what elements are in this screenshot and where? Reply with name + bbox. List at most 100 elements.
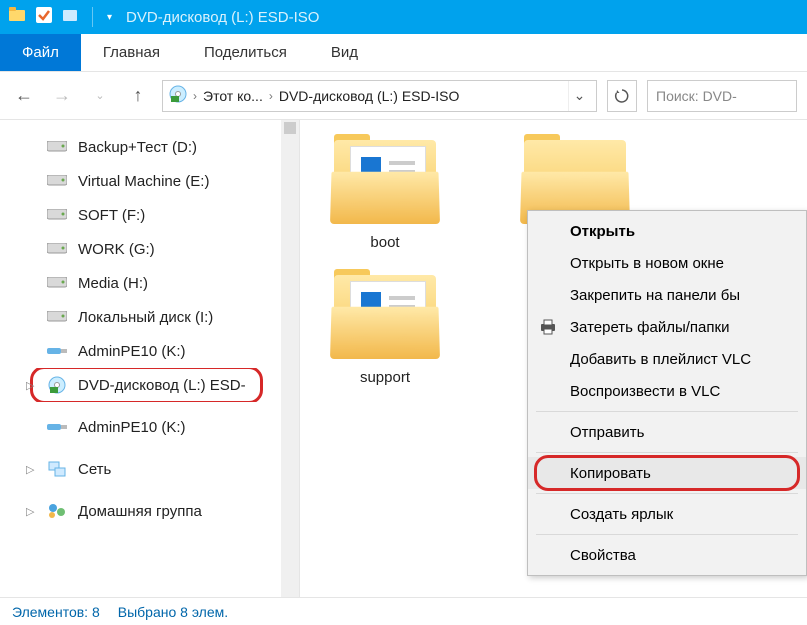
nav-back-button[interactable]: ← — [10, 82, 38, 110]
sidebar-item-label: Backup+Тест (D:) — [78, 139, 197, 156]
group-icon — [46, 503, 68, 519]
context-menu-item-label: Копировать — [570, 465, 651, 482]
sidebar-item[interactable]: SOFT (F:) — [0, 198, 299, 232]
context-menu-item-label: Затереть файлы/папки — [570, 319, 729, 336]
breadcrumb[interactable]: › Этот ко... › DVD-дисковод (L:) ESD-ISO… — [162, 80, 597, 112]
context-menu-item[interactable]: Отправить — [528, 416, 806, 448]
statusbar: Элементов: 8 Выбрано 8 элем. — [0, 597, 807, 625]
expander-icon[interactable]: ▷ — [26, 463, 34, 476]
qat-checkbox-icon[interactable] — [36, 7, 52, 27]
breadcrumb-current[interactable]: DVD-дисковод (L:) ESD-ISO — [279, 88, 460, 104]
breadcrumb-dropdown[interactable]: ⌄ — [568, 81, 590, 111]
status-item-count: Элементов: 8 — [12, 604, 100, 620]
tab-view[interactable]: Вид — [309, 34, 380, 71]
sidebar-item-label: Локальный диск (I:) — [78, 309, 213, 326]
sidebar-item[interactable]: ▷ Сеть — [0, 452, 299, 486]
context-menu-item[interactable]: Свойства — [528, 539, 806, 571]
window-title: DVD-дисковод (L:) ESD-ISO — [126, 9, 319, 26]
nav-row: ← → ⌄ ↑ › Этот ко... › DVD-дисковод (L:)… — [0, 72, 807, 120]
sidebar-item-label: Media (H:) — [78, 275, 148, 292]
ribbon-tabs: Файл Главная Поделиться Вид — [0, 34, 807, 72]
context-menu-separator — [536, 493, 798, 494]
printer-icon — [538, 317, 558, 337]
tab-home[interactable]: Главная — [81, 34, 182, 71]
sidebar-item-label: DVD-дисковод (L:) ESD- — [78, 377, 246, 394]
context-menu-item-label: Создать ярлык — [570, 506, 673, 523]
quick-access-toolbar: ▾ — [8, 6, 112, 28]
nav-forward-button[interactable]: → — [48, 82, 76, 110]
body: Backup+Тест (D:) Virtual Machine (E:) SOFT… — [0, 120, 807, 597]
sidebar-item[interactable]: Virtual Machine (E:) — [0, 164, 299, 198]
folder-item[interactable]: support — [320, 269, 450, 386]
folder-item[interactable]: boot — [320, 134, 450, 251]
sidebar-item-label: Домашняя группа — [78, 503, 202, 520]
sidebar-item-label: Сеть — [78, 461, 111, 478]
disc-icon — [46, 377, 68, 393]
drive-icon — [46, 173, 68, 189]
expander-icon[interactable]: ▷ — [26, 379, 34, 392]
context-menu-item-label: Добавить в плейлист VLC — [570, 351, 751, 368]
tab-file[interactable]: Файл — [0, 34, 81, 71]
folder-icon — [330, 269, 440, 359]
qat-folder-icon[interactable] — [62, 7, 78, 27]
context-menu-item[interactable]: Создать ярлык — [528, 498, 806, 530]
context-menu-item-label: Свойства — [570, 547, 636, 564]
net-icon — [46, 461, 68, 477]
folder-label: boot — [370, 234, 399, 251]
sidebar-scrollbar[interactable] — [281, 120, 299, 597]
sidebar-item-label: Virtual Machine (E:) — [78, 173, 209, 190]
qat-dropdown-icon[interactable]: ▾ — [107, 12, 112, 23]
sidebar-item-label: AdminPE10 (K:) — [78, 419, 186, 436]
context-menu-item[interactable]: Затереть файлы/папки — [528, 311, 806, 343]
expander-icon[interactable]: ▷ — [26, 505, 34, 518]
context-menu-item[interactable]: Копировать — [528, 457, 806, 489]
breadcrumb-sep-icon: › — [193, 89, 197, 103]
qat-divider — [92, 7, 93, 27]
context-menu-item[interactable]: Открыть в новом окне — [528, 247, 806, 279]
sidebar-item[interactable]: Backup+Тест (D:) — [0, 130, 299, 164]
drive-icon — [46, 139, 68, 155]
nav-up-button[interactable]: ↑ — [124, 82, 152, 110]
sidebar-item-label: WORK (G:) — [78, 241, 155, 258]
content-pane[interactable]: boot support Открыть Открыть в новом окне З… — [300, 120, 807, 597]
sidebar-item-label: SOFT (F:) — [78, 207, 145, 224]
drive-icon — [46, 275, 68, 291]
breadcrumb-sep-icon: › — [269, 89, 273, 103]
nav-recent-dropdown[interactable]: ⌄ — [86, 82, 114, 110]
context-menu-item-label: Закрепить на панели бы — [570, 287, 740, 304]
usb-icon — [46, 343, 68, 359]
context-menu-item[interactable]: Воспроизвести в VLC — [528, 375, 806, 407]
context-menu-item[interactable]: Открыть — [528, 215, 806, 247]
context-menu-item-label: Воспроизвести в VLC — [570, 383, 720, 400]
search-placeholder: Поиск: DVD- — [656, 88, 737, 104]
titlebar: ▾ DVD-дисковод (L:) ESD-ISO — [0, 0, 807, 34]
breadcrumb-disc-icon — [169, 85, 187, 106]
drive-icon — [46, 241, 68, 257]
tab-share[interactable]: Поделиться — [182, 34, 309, 71]
sidebar-item[interactable]: AdminPE10 (K:) — [0, 334, 299, 368]
breadcrumb-root[interactable]: Этот ко... — [203, 88, 263, 104]
search-input[interactable]: Поиск: DVD- — [647, 80, 797, 112]
folder-label: support — [360, 369, 410, 386]
folder-icon — [330, 134, 440, 224]
sidebar-item[interactable]: AdminPE10 (K:) — [0, 410, 299, 444]
sidebar-item[interactable]: Media (H:) — [0, 266, 299, 300]
refresh-button[interactable] — [607, 80, 637, 112]
context-menu-item-label: Открыть в новом окне — [570, 255, 724, 272]
sidebar-item[interactable]: WORK (G:) — [0, 232, 299, 266]
sidebar-item[interactable]: Локальный диск (I:) — [0, 300, 299, 334]
context-menu-separator — [536, 452, 798, 453]
sidebar: Backup+Тест (D:) Virtual Machine (E:) SOFT… — [0, 120, 300, 597]
usb-icon — [46, 419, 68, 435]
sidebar-item-label: AdminPE10 (K:) — [78, 343, 186, 360]
drive-icon — [46, 309, 68, 325]
sidebar-item[interactable]: ▷ Домашняя группа — [0, 494, 299, 528]
drive-icon — [46, 207, 68, 223]
context-menu-item-label: Отправить — [570, 424, 644, 441]
sidebar-item[interactable]: ▷ DVD-дисковод (L:) ESD- — [0, 368, 299, 402]
context-menu-separator — [536, 534, 798, 535]
context-menu-item[interactable]: Добавить в плейлист VLC — [528, 343, 806, 375]
context-menu-item-label: Открыть — [570, 223, 635, 240]
explorer-icon — [8, 6, 26, 28]
context-menu-item[interactable]: Закрепить на панели бы — [528, 279, 806, 311]
